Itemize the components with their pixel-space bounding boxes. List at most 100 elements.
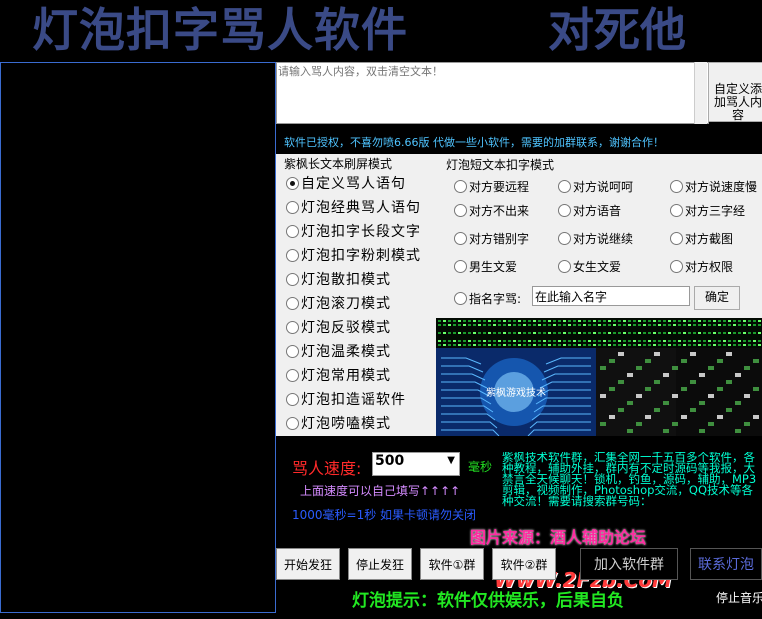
radio-icon — [286, 272, 299, 286]
radio-icon — [670, 204, 683, 217]
input-scrollbar[interactable] — [694, 62, 707, 124]
name-radio[interactable]: 指名字骂: — [454, 290, 521, 307]
banner-caption: 紫枫游戏技术 — [486, 386, 546, 399]
long-mode-option-label: 灯泡温柔模式 — [301, 344, 391, 360]
radio-icon — [286, 416, 299, 430]
short-mode-option[interactable]: 对方截图 — [670, 230, 733, 247]
short-mode-option-label: 对方三字经 — [685, 204, 746, 218]
speed-select[interactable]: 500 ▼ — [372, 452, 460, 476]
join-group-button[interactable]: 加入软件群 — [580, 548, 678, 580]
short-mode-option-label: 对方权限 — [685, 260, 734, 274]
short-mode-option[interactable]: 女生文爱 — [558, 258, 621, 275]
chevron-down-icon: ▼ — [447, 455, 455, 466]
radio-icon — [454, 204, 467, 217]
short-mode-option-label: 对方要远程 — [469, 180, 530, 194]
long-mode-option[interactable]: 灯泡扣字粉刺模式 — [286, 245, 421, 265]
long-mode-option[interactable]: 灯泡散扣模式 — [286, 269, 391, 289]
long-mode-option-label: 灯泡经典骂人语句 — [301, 200, 421, 216]
tech-banner-image: 紫枫游戏技术 — [436, 318, 762, 436]
radio-icon — [286, 176, 299, 190]
long-mode-option[interactable]: 灯泡反驳模式 — [286, 317, 391, 337]
short-mode-option-label: 对方语音 — [573, 204, 622, 218]
long-mode-option[interactable]: 灯泡滚刀模式 — [286, 293, 391, 313]
long-mode-option[interactable]: 灯泡常用模式 — [286, 365, 391, 385]
long-mode-option-label: 灯泡反驳模式 — [301, 320, 391, 336]
radio-icon — [286, 200, 299, 214]
radio-icon — [558, 180, 571, 193]
contact-button[interactable]: 联系灯泡 — [690, 548, 762, 580]
custom-add-button[interactable]: 自定义添加骂人内容 — [708, 62, 762, 122]
long-mode-option-label: 灯泡扣造谣软件 — [301, 392, 406, 408]
short-mode-option[interactable]: 对方说继续 — [558, 230, 633, 247]
confirm-button[interactable]: 确定 — [694, 286, 740, 310]
long-mode-option-label: 自定义骂人语句 — [301, 176, 406, 192]
short-mode-option[interactable]: 男生文爱 — [454, 258, 517, 275]
short-mode-option-label: 对方错别字 — [469, 232, 530, 246]
license-notice: 软件已授权，不喜勿喷6.66版 代做一些小软件，需要的加群联系，谢谢合作！ — [284, 136, 664, 149]
long-mode-option[interactable]: 灯泡扣造谣软件 — [286, 389, 406, 409]
app-subtitle: 对死他 — [548, 3, 686, 57]
radio-icon — [454, 260, 467, 273]
speed-label: 骂人速度: — [292, 459, 362, 478]
group-info-text: 紫枫技术软件群，汇集全网一千五百多个软件，各种教程，辅助外挂，群内有不定时源码等… — [502, 452, 757, 508]
short-mode-option[interactable]: 对方要远程 — [454, 178, 529, 195]
long-mode-option-label: 灯泡扣字长段文字 — [301, 224, 421, 240]
short-mode-option-label: 对方说继续 — [573, 232, 634, 246]
stop-button[interactable]: 停止发狂 — [348, 548, 412, 580]
radio-icon — [286, 224, 299, 238]
radio-icon — [558, 260, 571, 273]
radio-icon — [558, 232, 571, 245]
short-mode-title: 灯泡短文本扣字模式 — [446, 158, 555, 172]
start-button[interactable]: 开始发狂 — [276, 548, 340, 580]
radio-icon — [454, 232, 467, 245]
radio-icon — [286, 368, 299, 382]
radio-icon — [286, 392, 299, 406]
long-mode-title: 紫枫长文本刷屏模式 — [284, 157, 393, 171]
long-mode-option-label: 灯泡常用模式 — [301, 368, 391, 384]
long-mode-option[interactable]: 灯泡温柔模式 — [286, 341, 391, 361]
short-mode-option-label: 对方说速度慢 — [685, 180, 758, 194]
short-mode-option-label: 男生文爱 — [469, 260, 518, 274]
short-mode-option[interactable]: 对方说呵呵 — [558, 178, 633, 195]
radio-icon — [286, 296, 299, 310]
radio-icon — [454, 180, 467, 193]
speed-unit: 毫秒 — [468, 460, 493, 474]
radio-icon — [558, 204, 571, 217]
radio-icon — [286, 320, 299, 334]
radio-icon — [286, 344, 299, 358]
short-mode-option[interactable]: 对方语音 — [558, 202, 621, 219]
short-mode-option[interactable]: 对方不出来 — [454, 202, 529, 219]
long-mode-option-label: 灯泡扣字粉刺模式 — [301, 248, 421, 264]
long-mode-option-label: 灯泡滚刀模式 — [301, 296, 391, 312]
stop-music-link[interactable]: 停止音乐 — [716, 589, 762, 606]
watermark-source: 图片来源：酒人辅助论坛 — [470, 528, 647, 547]
speed-value: 500 — [375, 453, 405, 469]
short-mode-option-label: 对方说呵呵 — [573, 180, 634, 194]
name-label: 指名字骂: — [469, 292, 522, 306]
speed-hint-2: 1000毫秒=1秒 如果卡顿请勿关闭 — [292, 508, 477, 522]
long-mode-option[interactable]: 灯泡扣字长段文字 — [286, 221, 421, 241]
preview-pane[interactable] — [0, 62, 276, 613]
radio-icon — [286, 248, 299, 262]
content-input[interactable] — [276, 62, 709, 124]
radio-icon — [670, 180, 683, 193]
short-mode-option-label: 对方不出来 — [469, 204, 530, 218]
short-mode-option[interactable]: 对方错别字 — [454, 230, 529, 247]
name-input[interactable] — [532, 286, 690, 306]
short-mode-option[interactable]: 对方三字经 — [670, 202, 745, 219]
long-mode-option[interactable]: 自定义骂人语句 — [286, 173, 406, 193]
group1-button[interactable]: 软件①群 — [420, 548, 484, 580]
long-mode-option-label: 灯泡唠嗑模式 — [301, 416, 391, 432]
short-mode-option-label: 女生文爱 — [573, 260, 622, 274]
speed-hint: 上面速度可以自己填写↑↑↑↑ — [300, 484, 461, 498]
group2-button[interactable]: 软件②群 — [492, 548, 556, 580]
radio-icon — [454, 292, 467, 305]
long-mode-option[interactable]: 灯泡唠嗑模式 — [286, 413, 391, 433]
long-mode-option[interactable]: 灯泡经典骂人语句 — [286, 197, 421, 217]
radio-icon — [670, 260, 683, 273]
footer-tip: 灯泡提示：软件仅供娱乐，后果自负 — [352, 591, 624, 611]
radio-icon — [670, 232, 683, 245]
short-mode-option[interactable]: 对方权限 — [670, 258, 733, 275]
short-mode-option[interactable]: 对方说速度慢 — [670, 178, 757, 195]
app-title: 灯泡扣字骂人软件 — [32, 3, 408, 57]
